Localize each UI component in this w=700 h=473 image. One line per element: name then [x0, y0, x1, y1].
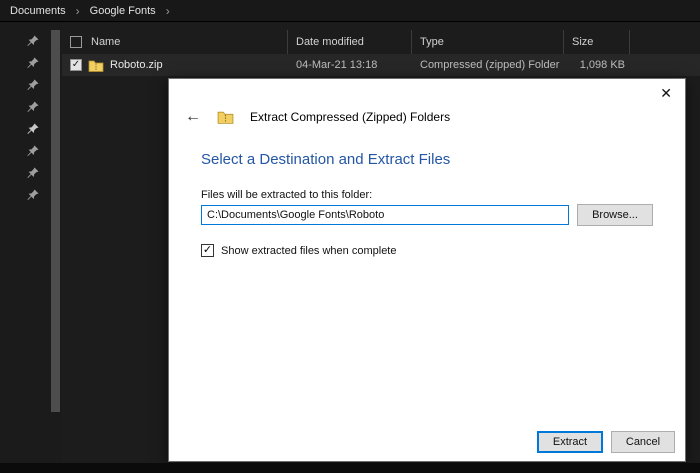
pin-icon[interactable] — [27, 56, 39, 68]
file-name: Roboto.zip — [110, 59, 163, 71]
back-arrow-icon[interactable]: ← — [185, 109, 201, 125]
pin-icon[interactable] — [27, 144, 39, 156]
column-header-name[interactable]: Name — [62, 30, 288, 54]
destination-path-input[interactable] — [201, 205, 569, 225]
pin-icon[interactable] — [27, 78, 39, 90]
column-label-type: Type — [420, 36, 444, 48]
column-header-date-modified[interactable]: Date modified — [288, 30, 412, 54]
show-extracted-checkbox[interactable]: ✓ — [201, 244, 214, 257]
extract-dialog: ✕ ← Extract Compressed (Zipped) Folders … — [168, 78, 686, 462]
pin-icon[interactable] — [27, 34, 39, 46]
breadcrumb-item-google-fonts[interactable]: Google Fonts — [90, 5, 156, 17]
pin-icon[interactable] — [27, 188, 39, 200]
show-extracted-label: Show extracted files when complete — [221, 244, 397, 257]
file-name-cell: ✓ Roboto.zip — [62, 54, 288, 76]
column-label-name: Name — [91, 36, 121, 48]
check-icon: ✓ — [71, 59, 81, 70]
column-label-date-modified: Date modified — [296, 36, 364, 48]
show-extracted-row: ✓ Show extracted files when complete — [201, 244, 396, 257]
cancel-button[interactable]: Cancel — [611, 431, 675, 453]
close-icon[interactable]: ✕ — [660, 85, 672, 102]
column-header-filler — [630, 30, 700, 54]
navigation-pane — [0, 22, 62, 473]
zip-folder-icon — [88, 59, 104, 72]
window-bottom-edge — [0, 463, 700, 473]
pin-icon[interactable] — [27, 122, 39, 134]
column-label-size: Size — [572, 36, 594, 48]
chevron-right-icon[interactable]: › — [76, 4, 80, 18]
column-header-row: Name Date modified Type Size — [62, 30, 700, 54]
column-header-size[interactable]: Size — [564, 30, 630, 54]
chevron-right-icon[interactable]: › — [166, 4, 170, 18]
destination-label: Files will be extracted to this folder: — [201, 189, 373, 201]
select-all-checkbox[interactable] — [70, 36, 82, 48]
breadcrumb-item-documents[interactable]: Documents — [10, 5, 66, 17]
dialog-title: Extract Compressed (Zipped) Folders — [250, 110, 451, 124]
dialog-header: ← Extract Compressed (Zipped) Folders — [185, 109, 450, 125]
table-row[interactable]: ✓ Roboto.zip 04-Mar-21 13:18 Compressed … — [62, 54, 700, 76]
sidebar-scrollbar[interactable] — [51, 30, 60, 412]
file-size: 1,098 KB — [579, 59, 625, 71]
breadcrumb: Documents › Google Fonts › — [0, 0, 700, 22]
row-checkbox[interactable]: ✓ — [70, 59, 82, 71]
pin-icon[interactable] — [27, 100, 39, 112]
file-type: Compressed (zipped) Folder — [420, 59, 560, 71]
zip-folder-icon — [217, 110, 234, 124]
file-date-modified: 04-Mar-21 13:18 — [296, 59, 378, 71]
pin-icon[interactable] — [27, 166, 39, 178]
dialog-heading: Select a Destination and Extract Files — [201, 151, 451, 168]
check-icon: ✓ — [202, 244, 213, 256]
extract-button[interactable]: Extract — [537, 431, 603, 453]
column-header-type[interactable]: Type — [412, 30, 564, 54]
pinned-items-list — [27, 34, 39, 200]
browse-button[interactable]: Browse... — [577, 204, 653, 226]
